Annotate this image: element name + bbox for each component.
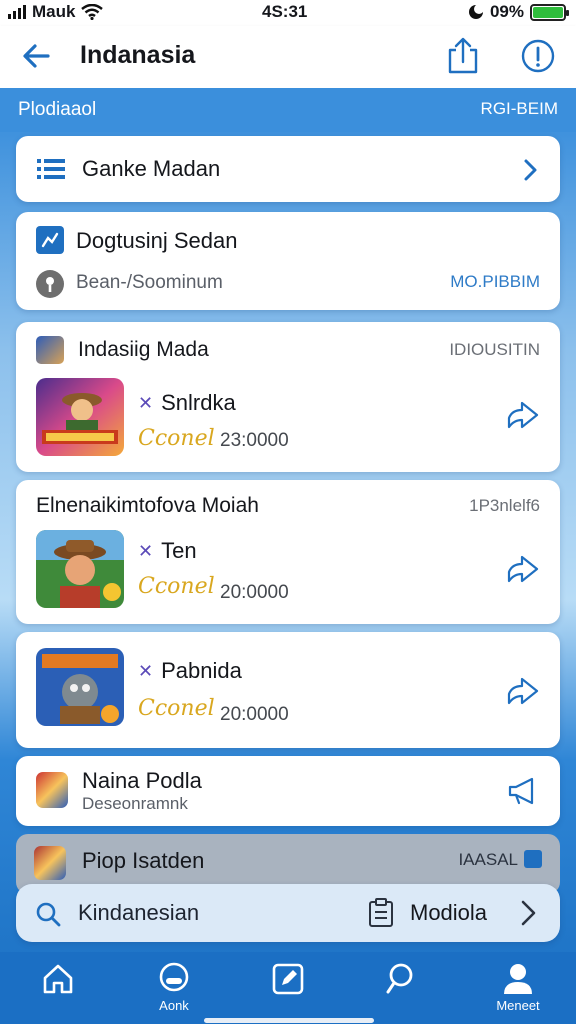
forward-arrow-icon[interactable] <box>506 674 540 708</box>
pinned-app-icon <box>34 846 66 880</box>
search-icon <box>36 902 61 927</box>
info-icon[interactable] <box>520 38 556 74</box>
section-meta: RGI-BEIM <box>480 99 558 118</box>
search-icon <box>386 963 413 994</box>
status-bar: Mauk 4S:31 09% <box>0 0 576 26</box>
signal-icon <box>8 5 26 19</box>
wifi-icon <box>81 4 104 20</box>
nav-card[interactable]: Ganke Madan <box>16 136 560 202</box>
tab-home[interactable] <box>18 962 98 1020</box>
clipboard-icon[interactable] <box>368 898 394 928</box>
game-section-meta: 1P3nlelf6 <box>469 496 540 515</box>
game-name: Pabnida <box>161 658 242 683</box>
tab-games[interactable]: Aonk <box>134 962 214 1020</box>
naina-card[interactable]: Naina Podla Deseonramnk <box>16 756 560 826</box>
document-app-icon <box>36 226 64 254</box>
search-bar[interactable]: Kindanesian Modiola <box>16 884 560 942</box>
section-label: Plodiaaol <box>18 99 97 120</box>
coin-label: Cconel <box>138 574 215 599</box>
tab-games-label: Aonk <box>159 998 189 1013</box>
naina-title: Naina Podla <box>82 768 202 793</box>
document-title: Dogtusinj Sedan <box>76 228 238 253</box>
list-icon <box>37 159 65 179</box>
edit-square-icon <box>272 963 304 995</box>
profile-icon <box>504 964 532 994</box>
coin-label: Cconel <box>138 426 215 451</box>
tab-profile[interactable]: Meneet <box>478 962 558 1020</box>
naina-app-icon <box>36 772 68 808</box>
coin-value: 20:0000 <box>220 704 289 725</box>
page-title: Indanasia <box>80 41 196 69</box>
status-right: 09% <box>468 2 569 22</box>
game-controller-icon <box>159 962 189 992</box>
nav-card-label: Ganke Madan <box>82 156 221 181</box>
battery-percent: 09% <box>489 2 524 21</box>
section-bar: Plodiaaol RGI-BEIM <box>0 88 576 132</box>
game-name: Ten <box>161 538 197 563</box>
sparkle-icon: ✕ <box>138 392 154 413</box>
forward-arrow-icon[interactable] <box>506 398 540 432</box>
coin-value: 20:0000 <box>220 582 289 603</box>
search-input[interactable]: Kindanesian <box>78 900 199 926</box>
forward-arrow-icon[interactable] <box>506 552 540 586</box>
game-name: Snlrdka <box>161 390 236 415</box>
sparkle-icon: ✕ <box>138 540 154 561</box>
location-pin-icon <box>36 270 64 298</box>
pinned-title: Piop Isatden <box>82 848 205 873</box>
status-time: 4S:31 <box>262 2 308 21</box>
game-card[interactable]: ✕ Pabnida Cconel 20:0000 <box>16 632 560 748</box>
section-app-icon <box>36 336 64 364</box>
game-section-card: Indasiig Mada IDIOUSITIN ✕ Snlrdka Ccone… <box>16 322 560 472</box>
sparkle-icon: ✕ <box>138 660 154 681</box>
coin-label: Cconel <box>138 696 215 721</box>
game-title: ✕ Pabnida <box>138 658 242 684</box>
tab-profile-label: Meneet <box>496 998 540 1013</box>
document-card[interactable]: Dogtusinj Sedan Bean-/Soominum MO.PIBBIM <box>16 212 560 310</box>
carrier-name: Mauk <box>32 2 76 21</box>
back-arrow-icon[interactable] <box>18 38 54 74</box>
game-section-meta: IDIOUSITIN <box>449 340 540 359</box>
chevron-right-icon <box>524 159 537 181</box>
tab-search[interactable] <box>362 962 442 1020</box>
document-link[interactable]: MO.PIBBIM <box>450 272 540 292</box>
moon-icon <box>468 4 484 19</box>
app-header: Indanasia <box>0 26 576 88</box>
game-section-title: Elnenaikimtofova Moiah <box>36 494 259 517</box>
share-icon[interactable] <box>444 36 482 76</box>
game-thumbnail[interactable] <box>36 530 124 608</box>
game-title: ✕ Snlrdka <box>138 390 236 416</box>
game-title: ✕ Ten <box>138 538 197 564</box>
status-left: Mauk <box>8 2 104 22</box>
tab-edit[interactable] <box>248 962 328 1020</box>
home-indicator <box>204 1018 374 1023</box>
mode-label[interactable]: Modiola <box>410 900 487 926</box>
edit-icon[interactable] <box>524 850 542 868</box>
chevron-right-icon[interactable] <box>518 898 540 928</box>
tab-bar: Aonk Meneet <box>0 952 576 1024</box>
game-thumbnail[interactable] <box>36 648 124 726</box>
game-section-title: Indasiig Mada <box>78 338 209 361</box>
home-icon <box>43 964 73 994</box>
pinned-meta: IAASAL <box>458 850 518 869</box>
coin-value: 23:0000 <box>220 430 289 451</box>
naina-subtitle: Deseonramnk <box>82 794 188 813</box>
document-subtitle: Bean-/Soominum <box>76 272 223 293</box>
game-section-card: Elnenaikimtofova Moiah 1P3nlelf6 ✕ Ten C… <box>16 480 560 624</box>
battery-icon <box>530 3 569 21</box>
game-thumbnail[interactable] <box>36 378 124 456</box>
megaphone-icon[interactable] <box>506 774 540 808</box>
